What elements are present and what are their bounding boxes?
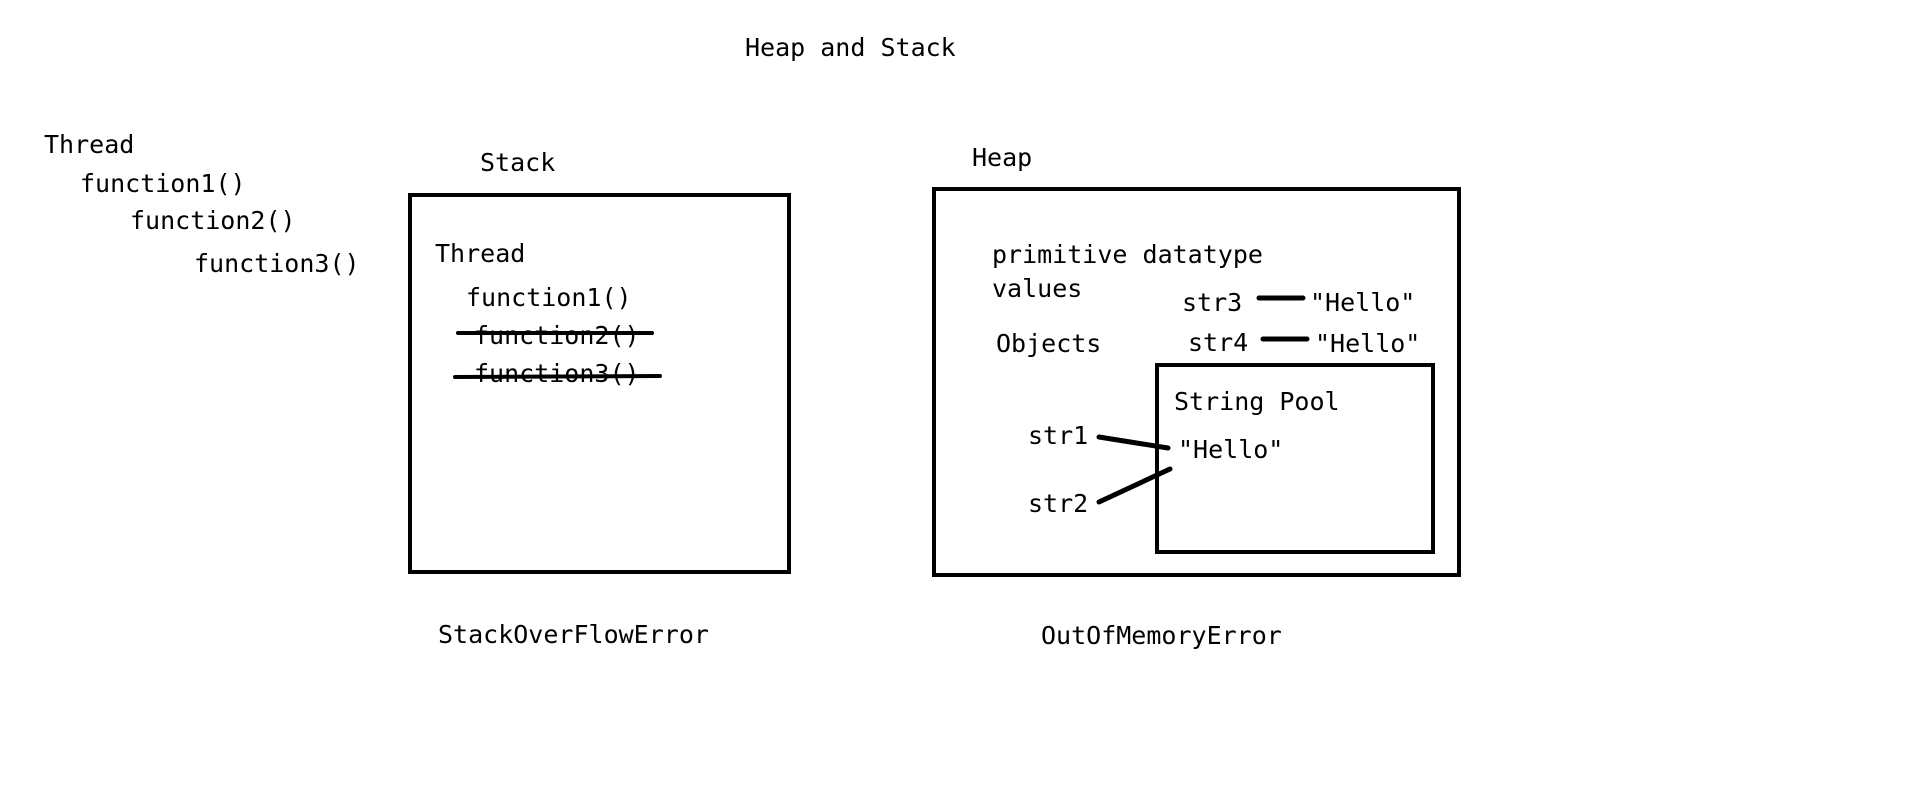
connector-lines [453,295,1310,505]
str2-link [1096,466,1173,505]
strike-function3 [453,374,662,379]
str1-link [1096,434,1171,451]
